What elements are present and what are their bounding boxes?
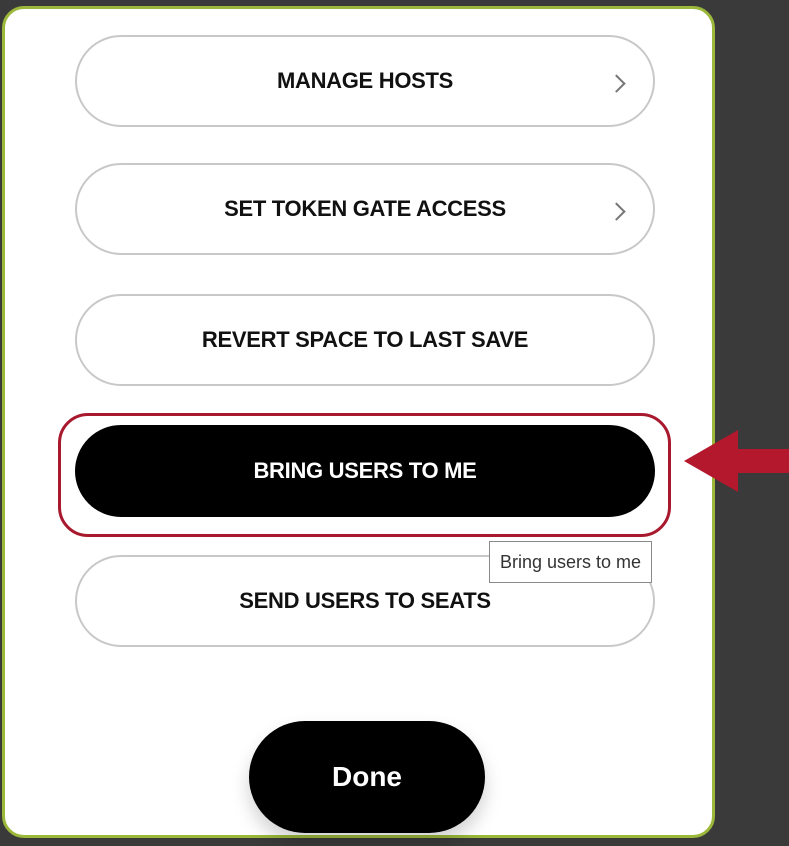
settings-panel: MANAGE HOSTS SET TOKEN GATE ACCESS REVER… [2, 6, 715, 838]
set-token-gate-access-label: SET TOKEN GATE ACCESS [224, 196, 506, 221]
revert-space-label: REVERT SPACE TO LAST SAVE [201, 327, 529, 352]
revert-space-button[interactable]: REVERT SPACE TO LAST SAVE [75, 294, 655, 386]
bring-users-to-me-label: BRING USERS TO ME [253, 458, 477, 483]
send-users-to-seats-label: SEND USERS TO SEATS [239, 588, 491, 613]
manage-hosts-button[interactable]: MANAGE HOSTS [75, 35, 655, 127]
chevron-right-icon [607, 74, 626, 93]
set-token-gate-access-button[interactable]: SET TOKEN GATE ACCESS [75, 163, 655, 255]
bring-users-to-me-button[interactable]: BRING USERS TO ME [75, 425, 655, 517]
manage-hosts-label: MANAGE HOSTS [276, 68, 454, 93]
tooltip: Bring users to me [489, 541, 653, 583]
done-button[interactable]: Done [249, 721, 485, 833]
left-arrow-icon [684, 430, 789, 492]
done-label: Done [332, 761, 402, 792]
chevron-right-icon [607, 202, 626, 221]
